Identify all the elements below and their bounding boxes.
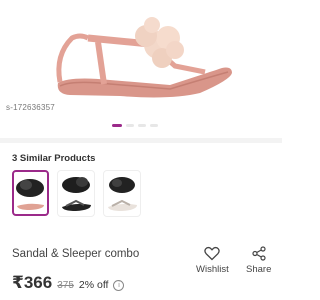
product-sku: s-172636357 [6, 103, 55, 112]
thumb-image [16, 179, 44, 210]
price: ₹366 [12, 273, 53, 292]
similar-products-list [12, 170, 141, 217]
wishlist-button[interactable]: Wishlist [196, 246, 229, 275]
image-pager[interactable] [112, 124, 158, 127]
heart-outline-icon [204, 246, 221, 261]
thumb-image [108, 177, 137, 211]
similar-products-title: 3 Similar Products [12, 153, 96, 164]
original-price: 375 [57, 280, 74, 291]
thumb-image [62, 177, 91, 211]
pager-dot[interactable] [126, 124, 134, 127]
similar-product-2[interactable] [57, 170, 95, 217]
product-title: Sandal & Sleeper combo [12, 248, 140, 260]
sandal-image [56, 17, 232, 98]
wishlist-label: Wishlist [196, 264, 229, 275]
similar-product-3[interactable] [103, 170, 141, 217]
product-image[interactable] [0, 0, 282, 140]
share-label: Share [246, 264, 272, 275]
discount: 2% off [78, 279, 109, 291]
pager-dot[interactable] [138, 124, 146, 127]
similar-product-1[interactable] [12, 170, 49, 216]
share-button[interactable]: Share [246, 246, 271, 275]
pager-dot[interactable] [112, 124, 122, 127]
pager-dot[interactable] [150, 124, 158, 127]
share-icon [252, 246, 266, 261]
info-icon[interactable]: i [113, 280, 125, 291]
price-row: ₹366 375 2% off i [12, 273, 125, 293]
section-divider [0, 138, 282, 143]
